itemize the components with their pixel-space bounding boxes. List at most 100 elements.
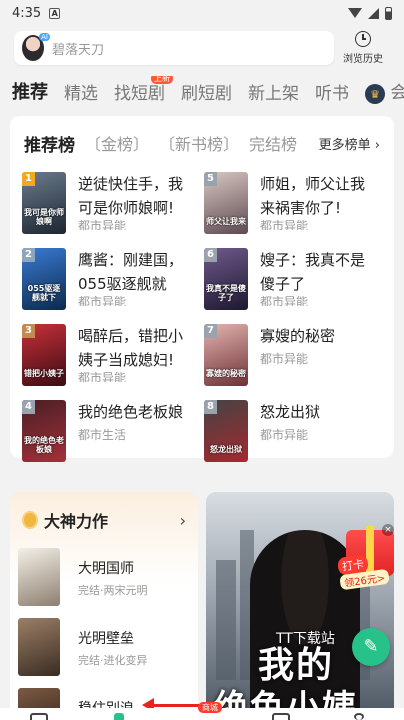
featured-authors-card[interactable]: 大神力作 › 大明国师 完结·两宋元明 光明壁垒 完结·进化变异 稳住别浪 — [10, 492, 198, 720]
tab-watch-short-drama[interactable]: 刷短剧 — [181, 79, 232, 104]
notification-a-icon: A — [49, 7, 61, 19]
book-cover[interactable] — [18, 618, 60, 676]
profile-icon[interactable] — [354, 713, 364, 720]
wifi-icon — [348, 8, 362, 18]
ranking-tabs: 推荐榜 〔金榜〕 〔新书榜〕 完结榜 更多榜单 › — [10, 116, 394, 170]
category-grid-icon[interactable] — [272, 713, 290, 720]
book-title[interactable]: 光明壁垒 — [78, 628, 134, 648]
book-title[interactable]: 师姐，师父让我来祸害你了! — [260, 172, 370, 220]
cover-title: 错把小姨子 — [24, 369, 64, 378]
tab-find-short-drama[interactable]: 找短剧 上新 — [114, 76, 173, 104]
bookshelf-icon[interactable] — [30, 713, 48, 720]
book-title[interactable]: 我的绝色老板娘 — [78, 400, 188, 424]
book-title[interactable]: 鹰酱：刚建国，055驱逐舰就下... — [78, 248, 188, 296]
book-genre: 都市异能 — [78, 220, 127, 230]
rank-tab-new[interactable]: 〔新书榜〕 — [159, 131, 239, 155]
book-cover[interactable]: 2 055驱逐舰就下 — [22, 248, 66, 310]
rank-number: 8 — [204, 400, 217, 414]
book-genre: 都市异能 — [260, 352, 309, 366]
search-box[interactable]: AI 碧落天刀 — [14, 31, 334, 65]
rank-number: 2 — [22, 248, 35, 262]
home-icon[interactable] — [114, 713, 124, 720]
new-badge: 上新 — [151, 76, 173, 84]
banner-building — [216, 560, 236, 680]
list-item[interactable]: 4 我的绝色老板娘 我的绝色老板娘 都市生活 — [10, 400, 190, 466]
tab-featured[interactable]: 精选 — [64, 79, 98, 104]
list-item[interactable]: 7 寡嫂的秘密 寡嫂的秘密 都市异能 — [192, 324, 372, 390]
book-genre: 都市异能 — [260, 296, 309, 306]
rank-number: 6 — [204, 248, 217, 262]
medal-icon — [22, 511, 38, 529]
history-button[interactable]: 浏览历史 — [334, 31, 392, 65]
tab-find-short-drama-label: 找短剧 — [114, 83, 165, 104]
list-item[interactable]: 6 我真不是傻子了 嫂子：我真不是傻子了 都市异能 — [192, 248, 372, 314]
cover-title: 我可是你师娘啊 — [24, 208, 64, 226]
cover-title: 055驱逐舰就下 — [27, 284, 61, 302]
shop-badge: 商城 — [198, 702, 222, 713]
featured-authors-title: 大神力作 — [44, 512, 109, 531]
rank-number: 4 — [22, 400, 35, 414]
book-cover[interactable]: 1 我可是你师娘啊 — [22, 172, 66, 234]
book-title[interactable]: 逆徒快住手，我可是你师娘啊! — [78, 172, 188, 220]
featured-authors-header[interactable]: 大神力作 › — [10, 492, 198, 542]
crown-icon: ♛ — [365, 84, 385, 105]
list-item[interactable]: 5 师父让我来 师姐，师父让我来祸害你了! 都市异能 — [192, 172, 372, 238]
battery-icon — [385, 6, 392, 20]
book-genre: 都市异能 — [260, 220, 309, 230]
ranking-card: 推荐榜 〔金榜〕 〔新书榜〕 完结榜 更多榜单 › 1 我可是你师娘啊 逆徒快住… — [10, 116, 394, 462]
list-item[interactable]: 光明壁垒 完结·进化变异 — [18, 618, 198, 682]
tab-audiobook[interactable]: 听书 — [315, 79, 349, 104]
tab-new-arrivals[interactable]: 新上架 — [248, 79, 299, 104]
list-item[interactable]: 3 错把小姨子 喝醉后，错把小姨子当成媳妇! 都市异能 — [10, 324, 190, 390]
signal-icon — [368, 7, 379, 19]
history-label: 浏览历史 — [343, 54, 383, 65]
rank-tab-gold[interactable]: 〔金榜〕 — [85, 131, 149, 155]
book-cover[interactable] — [18, 548, 60, 606]
rank-tab-finished[interactable]: 完结榜 — [249, 131, 297, 155]
list-item[interactable]: 大明国师 完结·两宋元明 — [18, 548, 198, 612]
book-cover[interactable]: 7 寡嫂的秘密 — [204, 324, 248, 386]
bottom-nav: 商城 — [0, 702, 404, 720]
list-item[interactable]: 8 怒龙出狱 怒龙出狱 都市异能 — [192, 400, 372, 466]
search-placeholder[interactable]: 碧落天刀 — [52, 39, 104, 58]
cover-title: 师父让我来 — [206, 217, 246, 226]
book-status: 完结·进化变异 — [78, 654, 148, 667]
top-bar: AI 碧落天刀 浏览历史 — [14, 28, 392, 68]
rank-number: 7 — [204, 324, 217, 338]
list-item[interactable]: 2 055驱逐舰就下 鹰酱：刚建国，055驱逐舰就下... 都市异能 — [10, 248, 190, 314]
book-genre: 都市异能 — [260, 428, 309, 442]
cover-title: 我真不是傻子了 — [206, 284, 246, 302]
book-title[interactable]: 怒龙出狱 — [260, 400, 370, 424]
ai-avatar-icon[interactable]: AI — [22, 33, 50, 61]
book-title[interactable]: 嫂子：我真不是傻子了 — [260, 248, 370, 296]
category-tabs: 推荐 精选 找短剧 上新 刷短剧 新上架 听书 ♛ 会 — [12, 76, 404, 106]
more-rankings-label: 更多榜单 — [318, 137, 371, 153]
book-cover[interactable]: 3 错把小姨子 — [22, 324, 66, 386]
checkin-gift[interactable]: × 打卡 领26元> — [336, 524, 394, 591]
rank-number: 3 — [22, 324, 35, 338]
tab-vip[interactable]: ♛ 会 — [365, 78, 404, 105]
rank-number: 1 — [22, 172, 35, 186]
rank-tab-recommend[interactable]: 推荐榜 — [24, 131, 75, 156]
chevron-right-icon[interactable]: › — [180, 511, 186, 530]
status-bar: 4:35 A — [0, 0, 404, 26]
list-item[interactable]: 1 我可是你师娘啊 逆徒快住手，我可是你师娘啊! 都市异能 — [10, 172, 190, 238]
more-rankings-link[interactable]: 更多榜单 › — [312, 133, 380, 153]
book-title[interactable]: 寡嫂的秘密 — [260, 324, 370, 348]
book-genre: 都市异能 — [78, 372, 127, 382]
tab-recommend[interactable]: 推荐 — [12, 78, 48, 104]
book-cover[interactable]: 6 我真不是傻子了 — [204, 248, 248, 310]
book-cover[interactable]: 8 怒龙出狱 — [204, 400, 248, 462]
close-icon[interactable]: × — [382, 524, 394, 536]
rank-number: 5 — [204, 172, 217, 186]
status-time: 4:35 — [12, 5, 42, 21]
book-genre: 都市生活 — [78, 428, 127, 442]
pen-icon: ✎ — [363, 636, 379, 657]
write-fab[interactable]: ✎ — [352, 628, 390, 666]
book-title[interactable]: 喝醉后，错把小姨子当成媳妇! — [78, 324, 188, 372]
book-cover[interactable]: 5 师父让我来 — [204, 172, 248, 234]
book-status: 完结·两宋元明 — [78, 584, 148, 597]
tab-vip-label: 会 — [390, 82, 404, 103]
book-cover[interactable]: 4 我的绝色老板娘 — [22, 400, 66, 462]
book-title[interactable]: 大明国师 — [78, 558, 134, 578]
